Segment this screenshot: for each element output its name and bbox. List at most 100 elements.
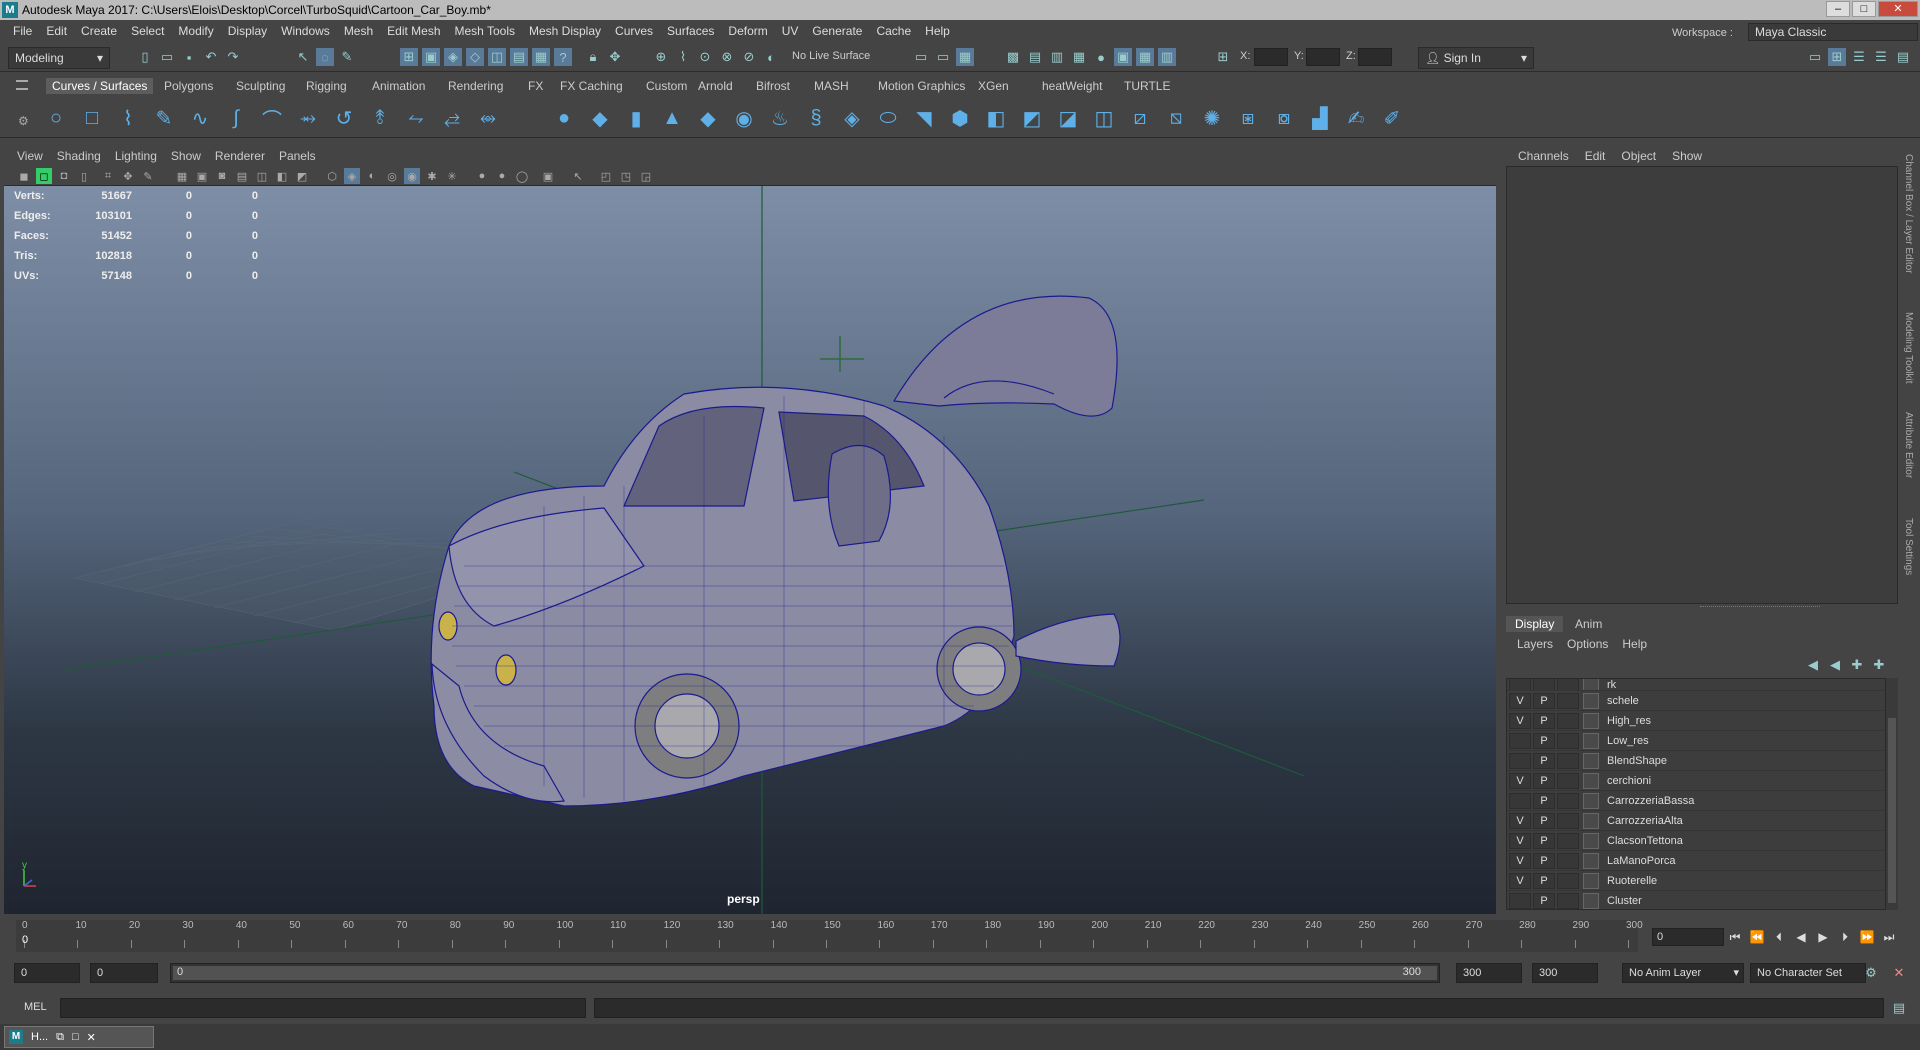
motion-blur-icon[interactable]: ✱ <box>424 168 440 184</box>
play-backward-icon[interactable]: ◀ <box>1792 930 1810 944</box>
shelf-tab-animation[interactable]: Animation <box>366 78 431 94</box>
menu-mesh-tools[interactable]: Mesh Tools <box>448 24 522 38</box>
shelf-tab-rigging[interactable]: Rigging <box>300 78 353 94</box>
select-face-icon[interactable]: ▤ <box>510 48 528 66</box>
step-back-frame-icon[interactable]: ⏴ <box>1770 930 1788 945</box>
input-ops-icon[interactable]: ▭ <box>912 48 930 66</box>
nurbs-circle-icon[interactable]: ○ <box>44 106 68 130</box>
align-surfaces-icon[interactable]: ⧇ <box>1272 106 1296 130</box>
intersect-surfaces-icon[interactable]: ◫ <box>1092 106 1116 130</box>
layer-color-swatch[interactable] <box>1557 852 1579 869</box>
depth-of-field-icon[interactable]: ● <box>474 168 490 184</box>
layer-menu-layers[interactable]: Layers <box>1510 637 1560 651</box>
mel-label[interactable]: MEL <box>24 1001 47 1013</box>
render-frame-icon[interactable]: ▤ <box>1026 48 1044 66</box>
layer-playback-toggle[interactable]: P <box>1533 892 1555 909</box>
rebuild-curve-icon[interactable]: ⥄ <box>440 106 464 130</box>
layer-playback-toggle[interactable]: P <box>1533 852 1555 869</box>
layer-visibility-toggle[interactable]: V <box>1509 772 1531 789</box>
menu-create[interactable]: Create <box>74 24 124 38</box>
viewport-menu-show[interactable]: Show <box>164 149 208 163</box>
bezier-curve-icon[interactable]: ∿ <box>188 106 212 130</box>
side-tab-attribute-editor[interactable]: Attribute Editor <box>1903 412 1914 478</box>
render-settings-icon[interactable]: ▦ <box>1070 48 1088 66</box>
layer-row[interactable]: V Pcerchioni <box>1507 771 1885 791</box>
layer-visibility-toggle[interactable] <box>1509 792 1531 809</box>
extrude-icon[interactable]: ⬭ <box>876 106 900 130</box>
shelf-tab-fx[interactable]: FX <box>522 78 549 94</box>
auto-key-icon[interactable]: ⚙︎ <box>1862 964 1880 982</box>
layer-row[interactable]: V P CarrozzeriaAlta <box>1507 811 1885 831</box>
sign-in-dropdown[interactable]: 👤︎ Sign In ▾ <box>1418 47 1534 69</box>
layer-row[interactable]: V P Ruoterelle <box>1507 871 1885 891</box>
camera-icon[interactable]: ◼ <box>16 168 32 184</box>
menu-modify[interactable]: Modify <box>171 24 220 38</box>
curve-fillet-icon[interactable]: ↺ <box>332 106 356 130</box>
snap-grid-icon[interactable]: ⊕ <box>652 48 670 66</box>
maximize-icon[interactable]: □ <box>72 1031 79 1043</box>
attach-surfaces-icon[interactable]: ✺ <box>1200 106 1224 130</box>
wireframe-on-shaded-icon[interactable]: ◙ <box>214 168 230 184</box>
redo-icon[interactable]: ↷ <box>224 48 242 66</box>
menu-set-dropdown[interactable]: Modeling ▾ <box>8 47 110 69</box>
xray-icon[interactable]: ◈ <box>344 168 360 184</box>
xray-components-icon[interactable]: ◎ <box>384 168 400 184</box>
bevel-plus-icon[interactable]: ◩ <box>1020 106 1044 130</box>
x-field[interactable] <box>1254 48 1288 66</box>
shelf-tab-polygons[interactable]: Polygons <box>158 78 219 94</box>
character-set-dropdown[interactable]: No Character Set <box>1750 963 1866 983</box>
sculpt-geometry-icon[interactable]: ✍ <box>1344 106 1368 130</box>
perspective-viewport[interactable]: Verts: 51667 0 0 Edges: 103101 0 0 Faces: 51452 0 0… <box>4 186 1496 914</box>
layer-color-swatch[interactable] <box>1557 712 1579 729</box>
pencil-curve-icon[interactable]: ∫ <box>224 106 248 130</box>
layer-row[interactable]: V Pschele <box>1507 691 1885 711</box>
nurbs-cylinder-icon[interactable]: ▮ <box>624 106 648 130</box>
select-misc-icon[interactable]: ? <box>554 48 572 66</box>
step-forward-frame-icon[interactable]: ⏵ <box>1836 930 1854 945</box>
layer-visibility-toggle[interactable] <box>1509 679 1531 690</box>
open-close-surface-icon[interactable]: ▟ <box>1308 106 1332 130</box>
menu-deform[interactable]: Deform <box>721 24 774 38</box>
menu-display[interactable]: Display <box>221 24 274 38</box>
step-back-key-icon[interactable]: ⏪ <box>1748 930 1766 944</box>
shelf-tab-xgen[interactable]: XGen <box>972 78 1015 94</box>
layer-name[interactable]: cerchioni <box>1607 775 1651 787</box>
menu-edit[interactable]: Edit <box>39 24 74 38</box>
select-hierarchy-icon[interactable]: ⊞ <box>400 48 418 66</box>
layer-name[interactable]: BlendShape <box>1607 755 1667 767</box>
revolve-icon[interactable]: ♨ <box>768 106 792 130</box>
layer-name[interactable]: ClacsonTettona <box>1607 835 1683 847</box>
layer-name[interactable]: rk <box>1607 679 1616 690</box>
menu-mesh[interactable]: Mesh <box>337 24 380 38</box>
detach-surfaces-icon[interactable]: ⧆ <box>1236 106 1260 130</box>
layout-outliner-icon[interactable]: ☰ <box>1850 48 1868 66</box>
undo-icon[interactable]: ↶ <box>202 48 220 66</box>
layer-visibility-toggle[interactable]: V <box>1509 832 1531 849</box>
layer-menu-help[interactable]: Help <box>1615 637 1654 651</box>
layer-tab-display[interactable]: Display <box>1506 616 1564 632</box>
transform-mode-icon[interactable]: ⊞ <box>1214 48 1232 66</box>
modeling-toolkit-icon[interactable]: ▣ <box>1114 48 1132 66</box>
menu-help[interactable]: Help <box>918 24 957 38</box>
render-view-icon[interactable]: ▩ <box>1004 48 1022 66</box>
step-forward-key-icon[interactable]: ⏩ <box>1858 930 1876 944</box>
use-all-lights-icon[interactable]: ◫ <box>254 168 270 184</box>
shelf-menu-icon[interactable] <box>16 80 28 90</box>
animation-preferences-icon[interactable]: ✕ <box>1890 964 1908 982</box>
isolate-select-icon[interactable]: ⬡ <box>324 168 340 184</box>
offset-curve-icon[interactable]: ⥈ <box>476 106 500 130</box>
anim-layer-dropdown[interactable]: No Anim Layer ▾ <box>1622 963 1744 983</box>
layer-playback-toggle[interactable]: P <box>1533 732 1555 749</box>
layer-row[interactable]: P Cluster <box>1507 891 1885 909</box>
restore-icon[interactable]: ⧉ <box>56 1031 64 1044</box>
scroll-thumb[interactable] <box>1888 718 1896 903</box>
layer-playback-toggle[interactable]: P <box>1533 692 1555 709</box>
image-plane-icon[interactable]: ▯ <box>76 168 92 184</box>
channel-menu-show[interactable]: Show <box>1664 149 1710 163</box>
layout-four-icon[interactable]: ⊞ <box>1828 48 1846 66</box>
move-layer-down-icon[interactable]: ◀ <box>1826 656 1844 674</box>
menu-select[interactable]: Select <box>124 24 171 38</box>
xray-joints-icon[interactable]: ◐ <box>364 168 380 184</box>
channel-menu-channels[interactable]: Channels <box>1510 149 1577 163</box>
nurbs-cone-icon[interactable]: ▲ <box>660 106 684 130</box>
